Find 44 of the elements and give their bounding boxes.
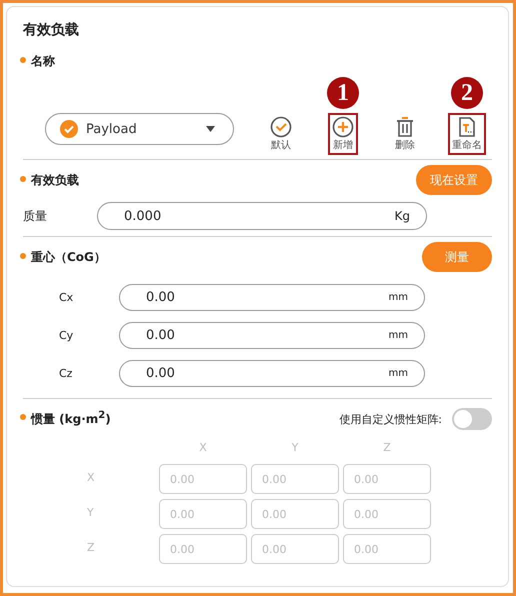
document-icon [456,116,478,138]
matrix-field[interactable]: 0.00 [251,464,339,494]
field-label: Cx [58,291,74,304]
trash-icon [394,116,416,138]
matrix-field[interactable]: 0.00 [343,464,431,494]
payload-dropdown[interactable]: Payload [45,113,234,145]
coordinate-field[interactable]: 0.00 mm [119,322,425,349]
field-label: Cy [58,329,74,342]
coordinate-field[interactable]: 0.00 mm [119,284,425,311]
panel-title: 有效负载 [23,21,80,39]
matrix-field[interactable]: 0.00 [159,534,247,564]
set-now-button[interactable]: 现在设置 [416,165,492,195]
toolbar-button[interactable]: 新增 [328,113,358,155]
column-header: X [198,440,208,456]
check-circle-icon [270,116,292,138]
mass-field[interactable]: 0.000 Kg [97,202,427,230]
plus-circle-icon [332,116,354,138]
row-header: X [86,470,96,486]
toggle-switch[interactable] [452,408,492,430]
toggle-label: 使用自定义惯性矩阵: [339,412,442,426]
column-header: Z [382,440,392,456]
caret-icon [206,126,215,132]
field-label: Cz [58,367,74,380]
section-label: 名称 [19,52,55,70]
matrix-field[interactable]: 0.00 [343,534,431,564]
section-label: 惯量 (kg·m$^{2}$) [19,410,111,428]
matrix-field[interactable]: 0.00 [159,464,247,494]
section-label: 有效负载 [19,172,79,188]
matrix-field[interactable]: 0.00 [251,534,339,564]
toolbar-button[interactable]: 删除 [390,113,420,155]
callout-marker: 2 [451,77,483,109]
column-header: Y [290,440,300,456]
matrix-field[interactable]: 0.00 [251,499,339,529]
coordinate-field[interactable]: 0.00 mm [119,360,425,387]
matrix-field[interactable]: 0.00 [343,499,431,529]
row-header: Y [86,505,95,521]
measure-button[interactable]: 测量 [422,242,492,272]
toolbar-button[interactable]: 默认 [266,113,296,155]
field-label: 质量 [22,208,48,224]
toolbar-button[interactable]: 重命名 [448,113,486,155]
matrix-field[interactable]: 0.00 [159,499,247,529]
callout-marker: 1 [327,77,359,109]
section-label: 重心（CoG） [19,248,106,266]
row-header: Z [86,540,96,556]
